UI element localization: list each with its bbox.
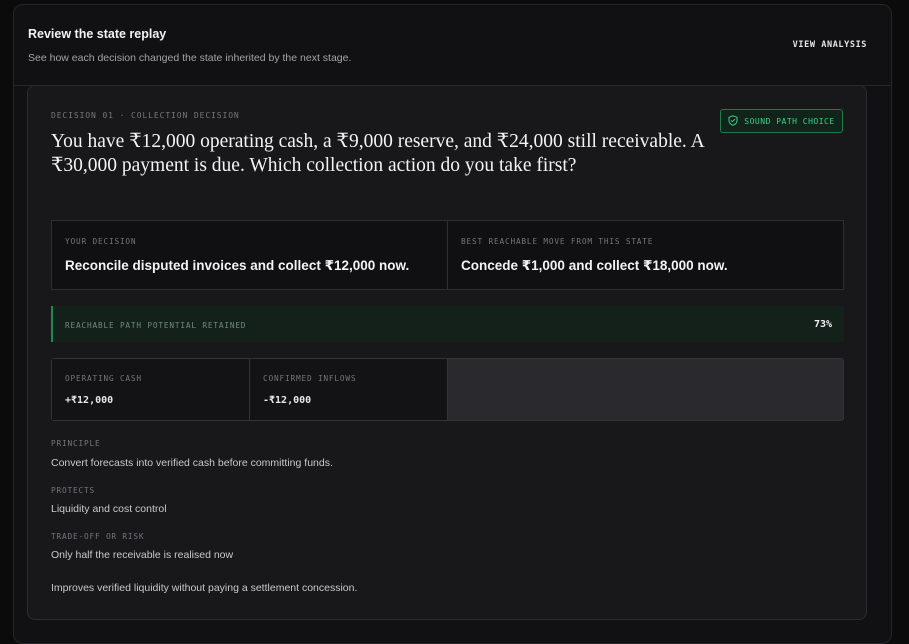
path-potential-bar: REACHABLE PATH POTENTIAL RETAINED 73% <box>51 306 844 342</box>
best-move-label: BEST REACHABLE MOVE FROM THIS STATE <box>461 237 654 246</box>
path-potential-value: 73% <box>813 319 832 330</box>
decision-question: You have ₹12,000 operating cash, a ₹9,00… <box>51 131 704 176</box>
path-potential-label: REACHABLE PATH POTENTIAL RETAINED <box>65 321 247 330</box>
best-move-value: Concede ₹1,000 and collect ₹18,000 now. <box>461 258 728 273</box>
decision-comparison: YOUR DECISION Reconcile disputed invoice… <box>51 220 844 290</box>
metric-value: -₹12,000 <box>263 395 312 406</box>
badge-label: SOUND PATH CHOICE <box>744 116 835 126</box>
shield-check-icon <box>728 114 738 128</box>
panel-title: Review the state replay <box>28 27 167 41</box>
panel-subtitle: See how each decision changed the state … <box>28 52 352 64</box>
metric-label: CONFIRMED INFLOWS <box>263 374 357 383</box>
metric-label: OPERATING CASH <box>65 374 142 383</box>
your-decision-label: YOUR DECISION <box>65 237 137 246</box>
principle-text: Convert forecasts into verified cash bef… <box>51 457 333 469</box>
metric-value: +₹12,000 <box>65 395 114 406</box>
protects-text: Liquidity and cost control <box>51 503 167 515</box>
your-decision-value: Reconcile disputed invoices and collect … <box>65 258 410 273</box>
your-decision-column: YOUR DECISION Reconcile disputed invoice… <box>52 221 447 289</box>
decision-summary: Improves verified liquidity without payi… <box>51 582 358 594</box>
metric-confirmed-inflows: CONFIRMED INFLOWS -₹12,000 <box>250 359 448 420</box>
protects-label: PROTECTS <box>51 486 95 495</box>
principle-label: PRINCIPLE <box>51 439 101 448</box>
tradeoff-text: Only half the receivable is realised now <box>51 549 234 561</box>
view-analysis-button[interactable]: VIEW ANALYSIS <box>793 40 867 50</box>
status-badge: SOUND PATH CHOICE <box>720 109 843 133</box>
state-metrics: OPERATING CASH +₹12,000 CONFIRMED INFLOW… <box>51 358 844 421</box>
decision-eyebrow: DECISION 01 · COLLECTION DECISION <box>51 111 240 120</box>
decision-card: DECISION 01 · COLLECTION DECISION SOUND … <box>27 85 867 620</box>
best-move-column: BEST REACHABLE MOVE FROM THIS STATE Conc… <box>447 221 843 289</box>
panel-header: Review the state replay See how each dec… <box>14 5 891 86</box>
tradeoff-label: TRADE-OFF OR RISK <box>51 532 145 541</box>
metric-operating-cash: OPERATING CASH +₹12,000 <box>52 359 250 420</box>
